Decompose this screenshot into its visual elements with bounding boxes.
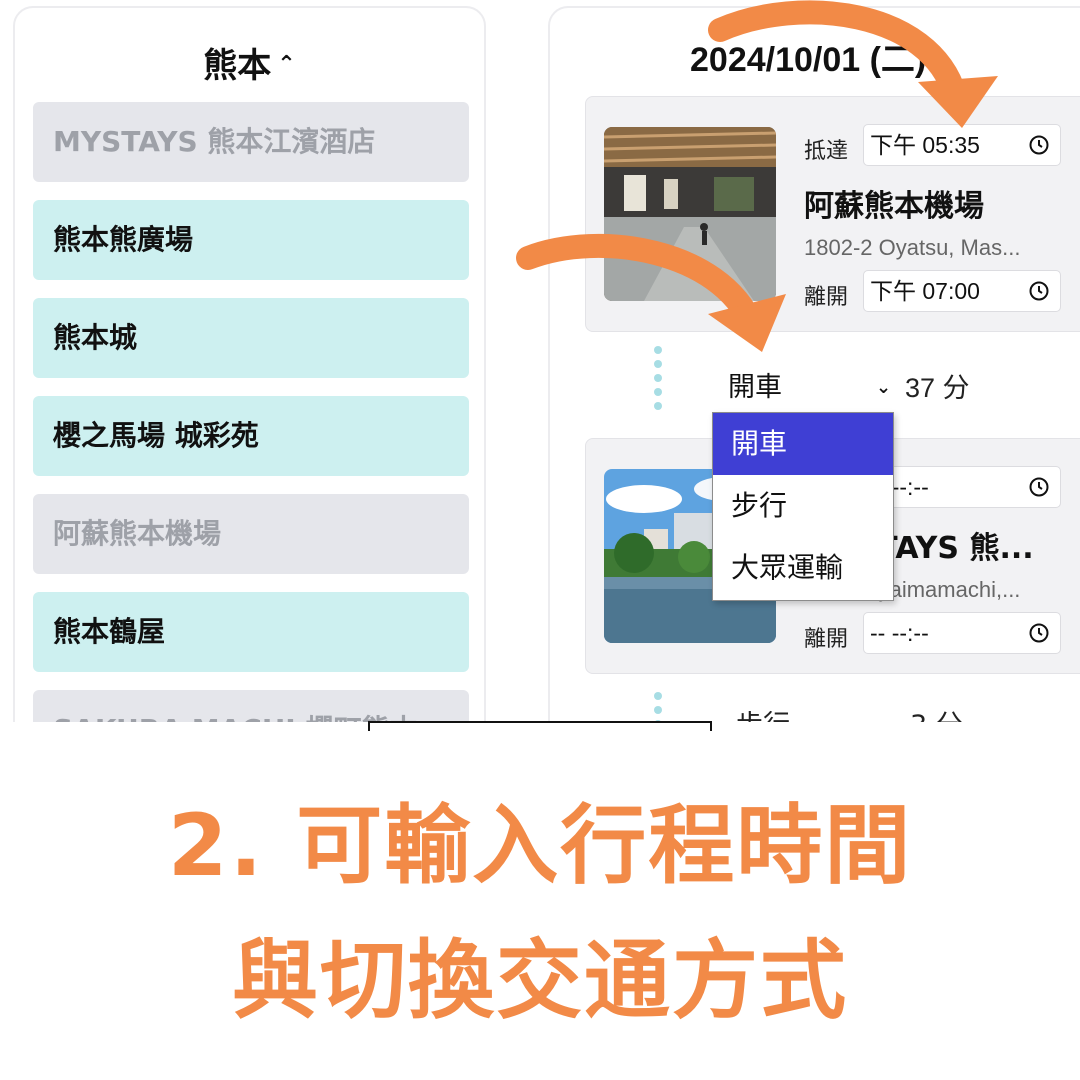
itinerary-day-panel: 2024/10/01 (二) x 抵達 下午 05:35: [548, 6, 1080, 746]
depart-time-value: 下午 07:00: [870, 278, 980, 304]
clock-icon[interactable]: [1028, 134, 1050, 156]
transport-option-walk[interactable]: 步行: [713, 475, 893, 537]
clock-icon[interactable]: [1028, 622, 1050, 644]
place-card[interactable]: 熊本熊廣場: [33, 200, 469, 280]
depart-label: 離開: [804, 285, 849, 310]
depart-label: 離開: [804, 627, 849, 652]
chevron-up-icon[interactable]: ⌃: [277, 52, 295, 77]
place-card[interactable]: 阿蘇熊本機場: [33, 494, 469, 574]
city-title[interactable]: 熊本 ⌃: [15, 38, 484, 87]
stop-name: 阿蘇熊本機場: [804, 189, 984, 224]
arrive-label: 抵達: [804, 139, 849, 164]
place-card[interactable]: 櫻之馬場 城彩苑: [33, 396, 469, 476]
city-name: 熊本: [203, 46, 272, 86]
divider-bracket: [368, 721, 712, 731]
itinerary-stop-card[interactable]: x 抵達 下午 05:35 阿蘇熊本機場 1802-2 Oyatsu, Mas.…: [585, 96, 1080, 332]
depart-time-input[interactable]: -- --:--: [863, 612, 1061, 654]
transport-mode-select[interactable]: 開車 ⌄: [728, 366, 898, 410]
caption-line-1: 2. 可輸入行程時間: [167, 796, 913, 896]
stop-address: 1802-2 Oyatsu, Mas...: [804, 235, 1021, 260]
depart-time-input[interactable]: 下午 07:00: [863, 270, 1061, 312]
transport-mode-dropdown: 開車 步行 大眾運輸: [712, 412, 894, 601]
clock-icon[interactable]: [1028, 476, 1050, 498]
travel-duration: 37 分: [905, 373, 970, 403]
transport-mode-value: 開車: [728, 372, 782, 403]
depart-time-value: -- --:--: [870, 620, 929, 646]
city-places-panel: 熊本 ⌃ MYSTAYS 熊本江濱酒店 熊本熊廣場 熊本城 櫻之馬場 城彩苑 阿蘇…: [13, 6, 486, 746]
place-card[interactable]: MYSTAYS 熊本江濱酒店: [33, 102, 469, 182]
day-date-title: 2024/10/01 (二): [690, 41, 927, 79]
route-connector: [654, 346, 662, 416]
chevron-down-icon[interactable]: ⌄: [876, 366, 891, 410]
caption-line-2: 與切換交通方式: [232, 931, 848, 1031]
transport-option-transit[interactable]: 大眾運輸: [713, 537, 893, 599]
place-card[interactable]: 熊本城: [33, 298, 469, 378]
transport-option-drive[interactable]: 開車: [713, 413, 893, 475]
arrive-time-value: 下午 05:35: [870, 132, 980, 158]
place-card[interactable]: 熊本鶴屋: [33, 592, 469, 672]
arrive-time-input[interactable]: 下午 05:35: [863, 124, 1061, 166]
airport-photo: [604, 127, 776, 301]
clock-icon[interactable]: [1028, 280, 1050, 302]
